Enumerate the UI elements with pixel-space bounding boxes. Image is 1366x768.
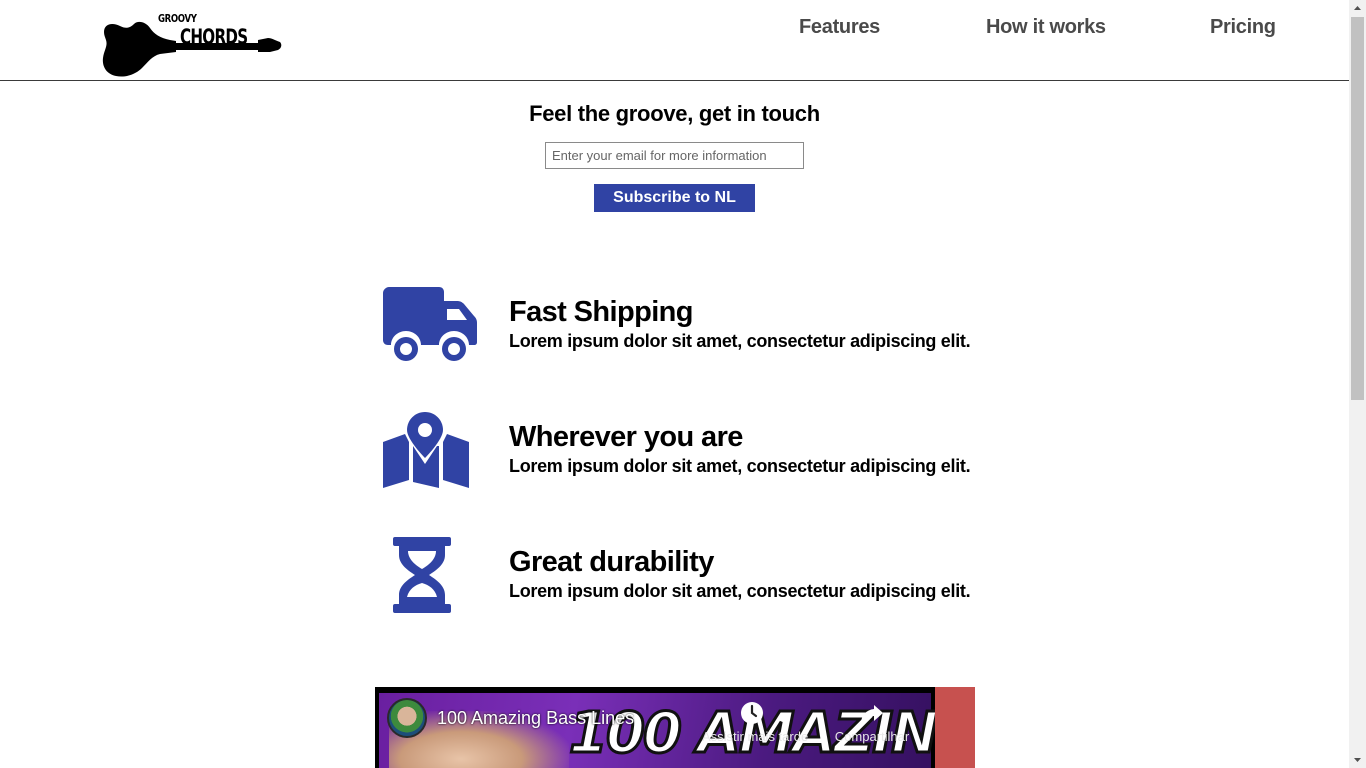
channel-avatar[interactable]	[387, 698, 427, 738]
share-label: Compartilhar	[834, 729, 910, 744]
clock-icon	[741, 702, 763, 724]
logo-small-word: GROOVY	[158, 12, 197, 25]
nav-link-features[interactable]: Features	[799, 16, 880, 39]
feature-description: Lorem ipsum dolor sit amet, consectetur …	[509, 331, 971, 351]
scroll-up-arrow-icon[interactable]	[1349, 0, 1366, 17]
video-player[interactable]: 100 AMAZING 100 Amazing Bass Lines Assis…	[375, 687, 935, 768]
hero-title: Feel the groove, get in touch	[529, 101, 820, 126]
scrollbar-thumb[interactable]	[1351, 17, 1364, 400]
email-input[interactable]	[545, 142, 804, 169]
subscribe-button[interactable]: Subscribe to NL	[594, 184, 755, 212]
feature-great-durability: Great durability Lorem ipsum dolor sit a…	[375, 537, 975, 627]
share-icon	[861, 705, 883, 722]
map-pin-icon	[383, 412, 469, 488]
nav-link-how-it-works[interactable]: How it works	[986, 16, 1106, 39]
logo-big-word: CHORDS	[180, 25, 248, 49]
video-embed[interactable]: 100 AMAZING 100 Amazing Bass Lines Assis…	[375, 687, 975, 768]
truck-icon	[383, 287, 477, 361]
feature-description: Lorem ipsum dolor sit amet, consectetur …	[509, 581, 971, 601]
feature-fast-shipping: Fast Shipping Lorem ipsum dolor sit amet…	[375, 287, 975, 377]
scroll-down-arrow-icon[interactable]	[1349, 751, 1366, 768]
video-title[interactable]: 100 Amazing Bass Lines	[437, 708, 634, 729]
groovy-chords-logo[interactable]: GROOVY CHORDS	[100, 10, 282, 78]
feature-description: Lorem ipsum dolor sit amet, consectetur …	[509, 456, 971, 476]
nav-link-pricing[interactable]: Pricing	[1210, 16, 1276, 39]
watch-later-label: Assistir mais tarde	[702, 729, 809, 744]
feature-title: Fast Shipping	[509, 296, 694, 328]
feature-title: Wherever you are	[509, 421, 743, 453]
feature-wherever-you-are: Wherever you are Lorem ipsum dolor sit a…	[375, 412, 975, 502]
feature-title: Great durability	[509, 546, 714, 578]
hourglass-icon	[393, 537, 451, 613]
site-header: GROOVY CHORDS Features How it works Pric…	[0, 0, 1349, 81]
page-scrollbar[interactable]	[1349, 0, 1366, 768]
